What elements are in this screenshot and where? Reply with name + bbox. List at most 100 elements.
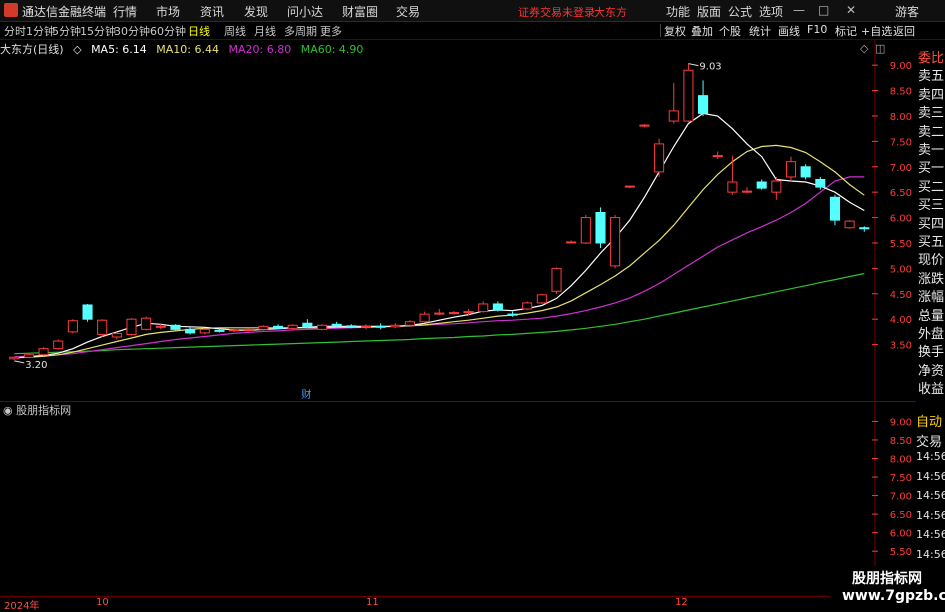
panel-label-5: 卖一 [918, 143, 945, 158]
candle-body-42 [624, 185, 635, 188]
menu-item-functions[interactable]: 功能 [666, 3, 690, 20]
guest-label[interactable]: 游客 [895, 3, 919, 20]
candle-body-53 [785, 161, 797, 178]
high-price-label: 9.03 [699, 62, 721, 73]
menu-item-market[interactable]: 市场 [156, 3, 180, 20]
menu-item-options[interactable]: 选项 [759, 3, 783, 20]
indicator-chart[interactable]: 4.505.005.506.006.507.007.508.008.509.00 [0, 402, 916, 596]
current-stock-name: 大东方 [594, 6, 627, 19]
menu-item-discover[interactable]: 发现 [244, 3, 268, 20]
menu-bar: 通达信金融终端 行情 市场 资讯 发现 问小达 财富圈 交易 证券交易未登录 大… [0, 0, 945, 22]
toolbar-back-button[interactable]: 返回 [893, 23, 915, 39]
indicator-side-label-1[interactable]: 交易 [916, 431, 942, 450]
candlestick-chart[interactable]: 3.50 4.00 4.50 5.00 5.50 6.00 6.50 7.00 7.50 8.00… [0, 40, 916, 402]
candle-body-27 [404, 321, 415, 326]
menu-item-quotes[interactable]: 行情 [113, 3, 137, 20]
period-tab-5[interactable]: 60分钟 [150, 23, 186, 39]
indicator-side-label-0[interactable]: 自动 [916, 411, 942, 430]
toolbar-stock-button[interactable]: 个股 [719, 23, 741, 39]
period-tab-1[interactable]: 1分钟 [26, 23, 55, 39]
candle-body-29 [434, 312, 445, 315]
candle-body-5 [82, 304, 93, 320]
minimize-icon[interactable]: — [793, 3, 805, 17]
candle-body-22 [331, 323, 342, 327]
period-toolbar: 分时 1分钟 5分钟 15分钟 30分钟 60分钟 日线 周线 月线 多周期 更多 复权 叠加 个股… [0, 22, 945, 40]
indicator-side-label-7: 14:56 [916, 547, 945, 561]
toolbar-draw-button[interactable]: 画线 [778, 23, 800, 39]
y-tick-label-1: 4.00 [890, 315, 912, 326]
sub-y-tick-label-9: 9.00 [890, 417, 912, 428]
quote-side-panel: 委比 卖五 卖四 卖三 卖二 卖一 买一 买二 买三 买四 买五 现价 涨跌 涨幅 总量 外盘 换手 净资 收益 [916, 42, 945, 402]
sub-y-tick-label-2: 5.50 [890, 547, 912, 558]
watermark: 股朋指标网 www.7gpzb.com [830, 566, 945, 609]
toolbar-divider [660, 24, 661, 37]
period-tab-4[interactable]: 30分钟 [114, 23, 150, 39]
panel-label-1: 卖五 [918, 69, 945, 85]
period-tab-0[interactable]: 分时 [4, 23, 26, 39]
candle-body-30 [448, 312, 459, 315]
panel-label-12: 涨跌 [918, 271, 945, 287]
panel-label-2: 卖四 [918, 87, 945, 103]
candle-body-47 [698, 95, 709, 114]
y-tick-label-2: 4.50 [890, 290, 912, 301]
panel-label-6: 买一 [918, 161, 945, 177]
period-tab-2[interactable]: 5分钟 [52, 23, 81, 39]
panel-label-15: 外盘 [918, 327, 945, 342]
candle-body-16 [243, 328, 254, 331]
panel-label-9: 买四 [918, 216, 945, 232]
period-tab-9[interactable]: 多周期 [284, 23, 317, 39]
indicator-side-label-4: 14:56 [916, 489, 945, 502]
menu-item-formula[interactable]: 公式 [728, 3, 752, 20]
menu-item-news[interactable]: 资讯 [200, 3, 224, 20]
close-icon[interactable]: ✕ [846, 3, 856, 17]
indicator-side-label-3: 14:56 [916, 469, 945, 483]
toolbar-add-watchlist-button[interactable]: +自选 [861, 23, 892, 39]
login-warning[interactable]: 证券交易未登录 [518, 4, 595, 20]
candle-body-6 [97, 319, 108, 335]
maximize-icon[interactable]: □ [818, 3, 829, 17]
period-tab-6[interactable]: 日线 [188, 23, 210, 39]
candle-body-4 [67, 320, 78, 333]
candle-body-28 [419, 313, 430, 323]
candle-body-12 [185, 328, 196, 334]
panel-label-0: 委比 [918, 51, 945, 66]
y-tick-label-7: 7.00 [890, 163, 912, 174]
chart-mode-icon[interactable]: ◇ [860, 42, 869, 55]
candle-body-11 [170, 324, 181, 330]
menu-item-trade[interactable]: 交易 [396, 3, 420, 20]
indicator-side-label-2: 14:56 [916, 450, 945, 463]
y-tick-label-9: 8.00 [890, 112, 912, 123]
panel-label-17: 净资 [918, 363, 945, 379]
menu-item-wealth[interactable]: 财富圈 [342, 3, 378, 20]
toolbar-f10-button[interactable]: F10 [807, 23, 827, 36]
toolbar-adjust-button[interactable]: 复权 [664, 23, 686, 39]
panel-label-3: 卖三 [918, 106, 945, 122]
period-tab-8[interactable]: 月线 [254, 23, 276, 39]
toolbar-overlay-button[interactable]: 叠加 [691, 23, 713, 39]
candle-body-19 [287, 324, 298, 329]
toolbar-mark-button[interactable]: 标记 [835, 23, 857, 39]
panel-label-4: 卖二 [918, 124, 945, 140]
chart-expand-icon[interactable]: ◫ [875, 42, 885, 55]
candle-body-45 [668, 110, 679, 122]
y-tick-label-11: 9.00 [890, 61, 912, 72]
menu-item-layout[interactable]: 版面 [697, 3, 721, 20]
candle-body-17 [258, 325, 269, 330]
candle-body-33 [492, 303, 503, 311]
candle-body-9 [141, 317, 152, 330]
menu-item-assistant[interactable]: 问小达 [287, 3, 323, 20]
candle-body-52 [771, 180, 782, 193]
candle-body-48 [712, 155, 723, 158]
panel-label-16: 换手 [918, 345, 945, 361]
candle-body-55 [815, 178, 826, 188]
candle-body-14 [214, 329, 225, 332]
period-tab-10[interactable]: 更多 [320, 23, 342, 39]
y-tick-label-5: 6.00 [890, 214, 912, 225]
candle-body-41 [610, 217, 621, 267]
candle-body-21 [316, 324, 328, 330]
period-tab-3[interactable]: 15分钟 [80, 23, 116, 39]
toolbar-stats-button[interactable]: 统计 [749, 23, 771, 39]
period-tab-7[interactable]: 周线 [224, 23, 246, 39]
candle-body-25 [375, 325, 386, 328]
finance-event-marker[interactable]: 财 [301, 388, 311, 401]
